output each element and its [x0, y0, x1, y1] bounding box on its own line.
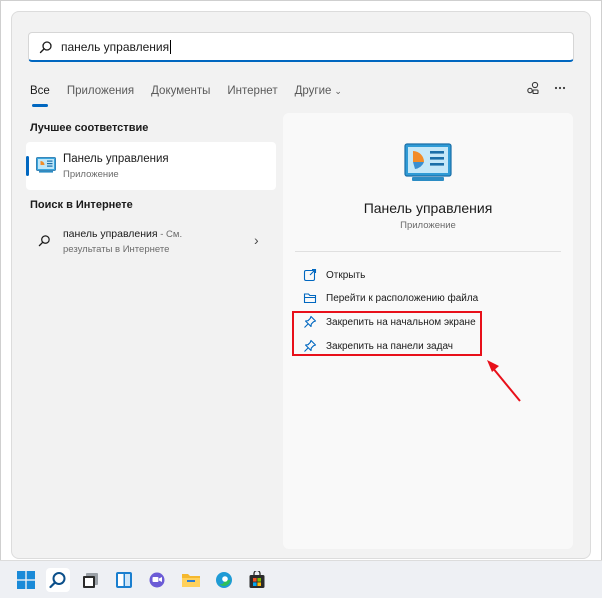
- chevron-down-icon: ⌄: [334, 86, 342, 96]
- share-icon: [527, 81, 539, 95]
- action-open-label: Открыть: [326, 269, 366, 281]
- folder-icon: [303, 293, 317, 304]
- control-panel-icon: [404, 143, 452, 181]
- web-search-heading: Поиск в Интернете: [30, 199, 133, 211]
- taskbar-start[interactable]: [14, 568, 38, 592]
- search-icon: [49, 572, 66, 589]
- web-search-item[interactable]: панель управления - См. результаты в Инт…: [26, 222, 276, 260]
- taskbar-store[interactable]: [245, 568, 269, 592]
- action-open-file-location-label: Перейти к расположению файла: [326, 292, 479, 304]
- more-icon: [554, 86, 566, 90]
- tab-apps[interactable]: Приложения: [67, 85, 134, 97]
- folder-icon: [182, 574, 200, 587]
- best-match-item[interactable]: Панель управления Приложение: [26, 142, 276, 190]
- open-external-icon: [303, 268, 317, 282]
- web-search-line2: результаты в Интернете: [63, 244, 170, 255]
- search-input[interactable]: панель управления: [61, 40, 169, 54]
- tab-internet[interactable]: Интернет: [227, 85, 277, 97]
- best-match-heading: Лучшее соответствие: [30, 122, 149, 134]
- tab-documents[interactable]: Документы: [151, 85, 210, 97]
- widgets-icon: [116, 572, 132, 588]
- task-view-icon: [83, 573, 98, 588]
- taskbar-search[interactable]: [46, 568, 70, 592]
- annotation-arrow: [487, 360, 521, 402]
- taskbar-edge[interactable]: [212, 568, 236, 592]
- search-icon: [39, 40, 52, 53]
- search-box[interactable]: панель управления: [28, 32, 574, 62]
- selection-indicator: [26, 156, 29, 176]
- taskbar: [0, 560, 602, 598]
- best-match-subtitle: Приложение: [63, 169, 119, 180]
- text-caret: [170, 39, 172, 54]
- windows-start-icon: [17, 571, 35, 589]
- best-match-title: Панель управления: [63, 153, 169, 165]
- divider: [295, 251, 561, 252]
- details-title: Панель управления: [363, 200, 493, 216]
- more-button[interactable]: [551, 79, 569, 97]
- tab-other-label: Другие: [294, 85, 332, 97]
- web-search-suffix: - См.: [157, 229, 183, 240]
- details-subtitle: Приложение: [400, 220, 456, 231]
- taskbar-widgets[interactable]: [112, 568, 136, 592]
- share-button[interactable]: [524, 79, 542, 97]
- web-search-query-line: панель управления - См.: [63, 228, 182, 240]
- taskbar-file-explorer[interactable]: [179, 568, 203, 592]
- control-panel-icon: [36, 157, 56, 173]
- search-icon: [38, 235, 50, 247]
- taskbar-chat[interactable]: [145, 568, 169, 592]
- tab-other[interactable]: Другие ⌄: [295, 85, 342, 97]
- action-open[interactable]: Открыть: [303, 266, 365, 284]
- filter-tabs: Все Приложения Документы Интернет Другие…: [30, 80, 359, 107]
- store-icon: [249, 571, 265, 588]
- chevron-right-icon[interactable]: ›: [254, 232, 259, 248]
- annotation-highlight-box: [292, 311, 482, 356]
- action-open-file-location[interactable]: Перейти к расположению файла: [303, 289, 478, 307]
- taskbar-task-view[interactable]: [79, 568, 103, 592]
- tab-all[interactable]: Все: [30, 85, 50, 107]
- chat-icon: [149, 572, 165, 588]
- web-search-query: панель управления: [63, 228, 158, 240]
- edge-browser-icon: [216, 572, 232, 588]
